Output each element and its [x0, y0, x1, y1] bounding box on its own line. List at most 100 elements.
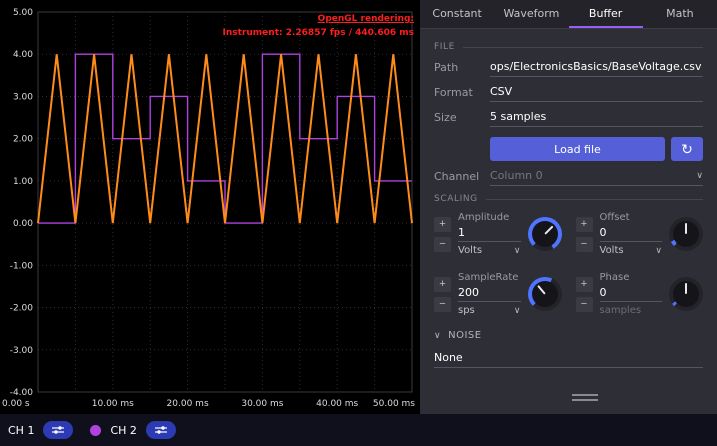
svg-text:-1.00: -1.00	[10, 261, 34, 271]
svg-text:-3.00: -3.00	[10, 346, 34, 356]
samplerate-value-input[interactable]: 200	[458, 286, 521, 302]
samplerate-unit-dropdown[interactable]: sps ∨	[458, 305, 521, 316]
svg-text:20.00 ms: 20.00 ms	[167, 399, 209, 409]
offset-label: Offset	[600, 212, 663, 223]
size-label: Size	[434, 111, 490, 127]
offset-control: + − Offset 0 Volts ∨	[576, 212, 704, 256]
svg-text:50.00 ms: 50.00 ms	[373, 399, 415, 409]
tab-constant[interactable]: Constant	[420, 0, 494, 28]
offset-increment-button[interactable]: +	[576, 217, 593, 232]
panel-body: FILE Path ops/ElectronicsBasics/BaseVolt…	[420, 29, 717, 414]
format-label: Format	[434, 86, 490, 102]
size-input[interactable]: 5 samples	[490, 110, 703, 127]
amplitude-unit-dropdown[interactable]: Volts ∨	[458, 245, 521, 256]
path-label: Path	[434, 61, 490, 77]
tab-waveform[interactable]: Waveform	[494, 0, 568, 28]
refresh-icon: ↻	[681, 141, 693, 157]
size-row: Size 5 samples	[434, 110, 703, 127]
svg-text:0.00 s: 0.00 s	[2, 399, 30, 409]
samplerate-control: + − SampleRate 200 sps ∨	[434, 272, 562, 316]
samplerate-decrement-button[interactable]: −	[434, 297, 451, 312]
samplerate-increment-button[interactable]: +	[434, 277, 451, 292]
phase-increment-button[interactable]: +	[576, 277, 593, 292]
amplitude-value-input[interactable]: 1	[458, 226, 521, 242]
offset-decrement-button[interactable]: −	[576, 237, 593, 252]
sliders-icon	[154, 425, 168, 435]
amplitude-knob[interactable]	[528, 217, 562, 251]
svg-text:-2.00: -2.00	[10, 304, 34, 314]
load-file-row: Load file ↻	[434, 137, 703, 161]
svg-text:0.00: 0.00	[13, 219, 33, 229]
phase-value-input[interactable]: 0	[600, 286, 663, 302]
svg-text:4.00: 4.00	[13, 50, 33, 60]
channel-bar: CH 1 CH 2	[0, 414, 717, 446]
load-file-button[interactable]: Load file	[490, 137, 665, 161]
phase-decrement-button[interactable]: −	[576, 297, 593, 312]
format-input[interactable]: CSV	[490, 85, 703, 102]
noise-section-label: NOISE	[448, 330, 481, 341]
phase-label: Phase	[600, 272, 663, 283]
oscilloscope-plot-pane: 5.004.003.002.001.000.00-1.00-2.00-3.00-…	[0, 0, 420, 414]
phase-stepper: + −	[576, 277, 593, 312]
ch1-label: CH 1	[8, 424, 34, 437]
chevron-down-icon: ∨	[514, 306, 521, 316]
tab-math[interactable]: Math	[643, 0, 717, 28]
tab-buffer[interactable]: Buffer	[569, 0, 643, 28]
knob-pointer	[685, 283, 687, 294]
offset-stepper: + −	[576, 217, 593, 252]
scaling-section-header: SCALING	[434, 194, 703, 204]
offset-unit-dropdown[interactable]: Volts ∨	[600, 245, 663, 256]
plot-svg[interactable]: 5.004.003.002.001.000.00-1.00-2.00-3.00-…	[0, 0, 420, 414]
phase-fields: Phase 0 samples	[600, 272, 663, 316]
scaling-controls: + − Amplitude 1 Volts ∨	[434, 212, 703, 316]
channel-row: Channel Column 0 ∨	[434, 169, 703, 186]
source-config-panel: Constant Waveform Buffer Math FILE Path …	[420, 0, 717, 414]
channel-dropdown[interactable]: Column 0 ∨	[490, 169, 703, 186]
samplerate-knob[interactable]	[528, 277, 562, 311]
svg-text:1.00: 1.00	[13, 177, 33, 187]
knob-pointer	[537, 285, 546, 295]
noise-dropdown[interactable]: None	[434, 351, 703, 368]
instrument-app: 5.004.003.002.001.000.00-1.00-2.00-3.00-…	[0, 0, 717, 446]
ch2-color-dot	[90, 425, 101, 436]
amplitude-decrement-button[interactable]: −	[434, 237, 451, 252]
ch1-settings-button[interactable]	[43, 421, 73, 439]
ch2-settings-button[interactable]	[146, 421, 176, 439]
phase-unit: samples	[600, 305, 663, 316]
svg-text:10.00 ms: 10.00 ms	[92, 399, 134, 409]
amplitude-stepper: + −	[434, 217, 451, 252]
clipped-widget	[572, 391, 598, 404]
channel-value: Column 0	[490, 169, 543, 182]
path-value: ops/ElectronicsBasics/BaseVoltage.csv	[490, 60, 702, 73]
samplerate-stepper: + −	[434, 277, 451, 312]
sliders-icon	[51, 425, 65, 435]
amplitude-fields: Amplitude 1 Volts ∨	[458, 212, 521, 256]
phase-control: + − Phase 0 samples	[576, 272, 704, 316]
format-value: CSV	[490, 85, 512, 98]
samplerate-unit: sps	[458, 305, 475, 316]
offset-fields: Offset 0 Volts ∨	[600, 212, 663, 256]
offset-unit: Volts	[600, 245, 624, 256]
amplitude-increment-button[interactable]: +	[434, 217, 451, 232]
size-value: 5 samples	[490, 110, 546, 123]
chevron-down-icon: ∨	[514, 246, 521, 256]
noise-value: None	[434, 351, 463, 364]
offset-value-input[interactable]: 0	[600, 226, 663, 242]
chevron-down-icon: ∨	[434, 331, 441, 341]
samplerate-fields: SampleRate 200 sps ∨	[458, 272, 521, 316]
ch2-label: CH 2	[110, 424, 136, 437]
chevron-down-icon: ∨	[655, 246, 662, 256]
phase-knob[interactable]	[669, 277, 703, 311]
knob-pointer	[544, 226, 553, 235]
format-row: Format CSV	[434, 85, 703, 102]
svg-text:40.00 ms: 40.00 ms	[316, 399, 358, 409]
path-row: Path ops/ElectronicsBasics/BaseVoltage.c…	[434, 60, 703, 77]
refresh-button[interactable]: ↻	[671, 137, 703, 161]
svg-text:3.00: 3.00	[13, 92, 33, 102]
noise-section-header[interactable]: ∨ NOISE	[434, 330, 703, 341]
amplitude-unit: Volts	[458, 245, 482, 256]
amplitude-label: Amplitude	[458, 212, 521, 223]
offset-knob[interactable]	[669, 217, 703, 251]
path-input[interactable]: ops/ElectronicsBasics/BaseVoltage.csv	[490, 60, 703, 77]
knob-pointer	[685, 223, 687, 234]
